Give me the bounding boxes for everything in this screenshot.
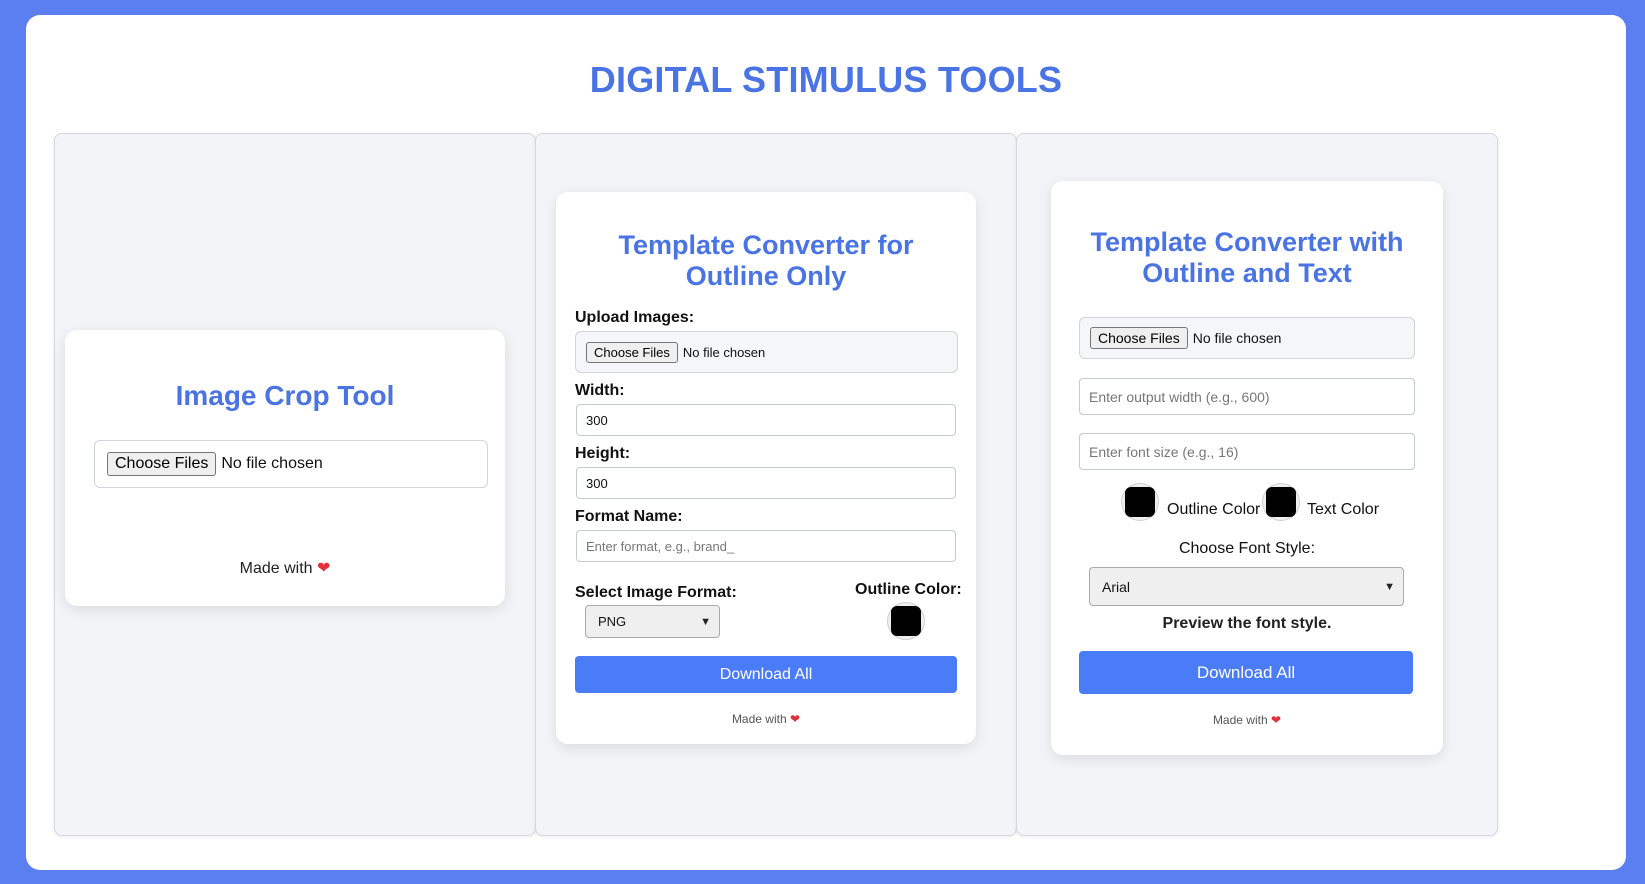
outline-download-all-button[interactable]: Download All (575, 656, 957, 693)
font-preview-text: Preview the font style. (1162, 615, 1332, 632)
text-color-swatch (1266, 487, 1296, 517)
text-color-label: Text Color (1307, 501, 1380, 518)
crop-tool-card: Image Crop Tool Choose Files No file cho… (65, 330, 505, 606)
font-style-select[interactable]: Arial ▼ (1089, 567, 1404, 606)
height-input[interactable]: 300 (576, 467, 956, 499)
chevron-down-icon: ▼ (1384, 580, 1395, 593)
text-tool-outline-color-picker[interactable] (1121, 483, 1159, 521)
font-size-input[interactable]: Enter font size (e.g., 16) (1079, 433, 1415, 470)
text-tool-title-line1: Template Converter with (1090, 227, 1404, 257)
text-tool-panel: Template Converter with Outline and Text… (1016, 133, 1498, 836)
text-tool-file-status: No file chosen (1192, 330, 1282, 346)
heart-icon: ❤ (789, 712, 801, 726)
text-tool-title-line2: Outline and Text (1142, 258, 1352, 288)
image-format-selected: PNG (598, 614, 627, 629)
heart-icon: ❤ (316, 560, 331, 577)
width-label: Width: (575, 382, 625, 399)
height-label: Height: (575, 445, 631, 462)
text-tool-made-with-text: Made with (1212, 713, 1268, 727)
font-style-label: Choose Font Style: (1178, 540, 1316, 557)
text-tool-outline-color-label: Outline Color (1167, 501, 1261, 518)
text-tool-title: Template Converter with Outline and Text (1051, 227, 1443, 289)
text-tool-made-with: Made with ❤ (1051, 713, 1443, 727)
outline-made-with: Made with ❤ (556, 712, 976, 726)
crop-file-input[interactable]: Choose Files No file chosen (94, 440, 488, 488)
text-tool-download-all-button[interactable]: Download All (1079, 651, 1413, 694)
text-tool-outline-color-swatch (1125, 487, 1155, 517)
outline-file-input[interactable]: Choose Files No file chosen (575, 331, 958, 373)
crop-tool-title: Image Crop Tool (175, 380, 395, 411)
crop-choose-files-button[interactable]: Choose Files (107, 452, 217, 476)
chevron-down-icon: ▼ (700, 615, 711, 628)
crop-tool-panel: Image Crop Tool Choose Files No file cho… (54, 133, 536, 836)
outline-tool-card: Template Converter for Outline Only Uplo… (556, 192, 976, 744)
width-input[interactable]: 300 (576, 404, 956, 436)
outline-color-label: Outline Color: (855, 581, 962, 598)
outline-tool-title-line1: Template Converter for (618, 230, 914, 260)
image-format-label: Select Image Format: (575, 584, 737, 601)
text-tool-choose-files-button[interactable]: Choose Files (1090, 327, 1188, 349)
text-tool-file-input[interactable]: Choose Files No file chosen (1079, 317, 1415, 359)
outline-file-status: No file chosen (682, 344, 766, 360)
outline-tool-panel: Template Converter for Outline Only Uplo… (535, 133, 1017, 836)
format-name-input[interactable]: Enter format, e.g., brand_ (576, 530, 956, 562)
text-color-picker[interactable] (1262, 483, 1300, 521)
outline-choose-files-button[interactable]: Choose Files (586, 341, 678, 363)
crop-made-with-text: Made with (239, 560, 313, 577)
outline-color-picker[interactable] (887, 602, 925, 640)
font-style-selected: Arial (1102, 578, 1131, 595)
crop-file-status: No file chosen (221, 455, 323, 472)
heart-icon: ❤ (1270, 713, 1282, 727)
upload-images-label: Upload Images: (575, 309, 695, 326)
page-title: DIGITAL STIMULUS TOOLS (589, 59, 1063, 100)
image-format-select[interactable]: PNG ▼ (585, 605, 720, 638)
outline-color-swatch (891, 606, 921, 636)
page-container: DIGITAL STIMULUS TOOLS Image Crop Tool C… (26, 15, 1626, 870)
crop-made-with: Made with ❤ (65, 558, 505, 578)
outline-tool-title-line2: Outline Only (685, 261, 847, 291)
format-name-label: Format Name: (575, 508, 683, 525)
outline-made-with-text: Made with (731, 712, 787, 726)
outline-tool-title: Template Converter for Outline Only (556, 230, 976, 292)
text-tool-card: Template Converter with Outline and Text… (1051, 181, 1443, 755)
output-width-input[interactable]: Enter output width (e.g., 600) (1079, 378, 1415, 415)
